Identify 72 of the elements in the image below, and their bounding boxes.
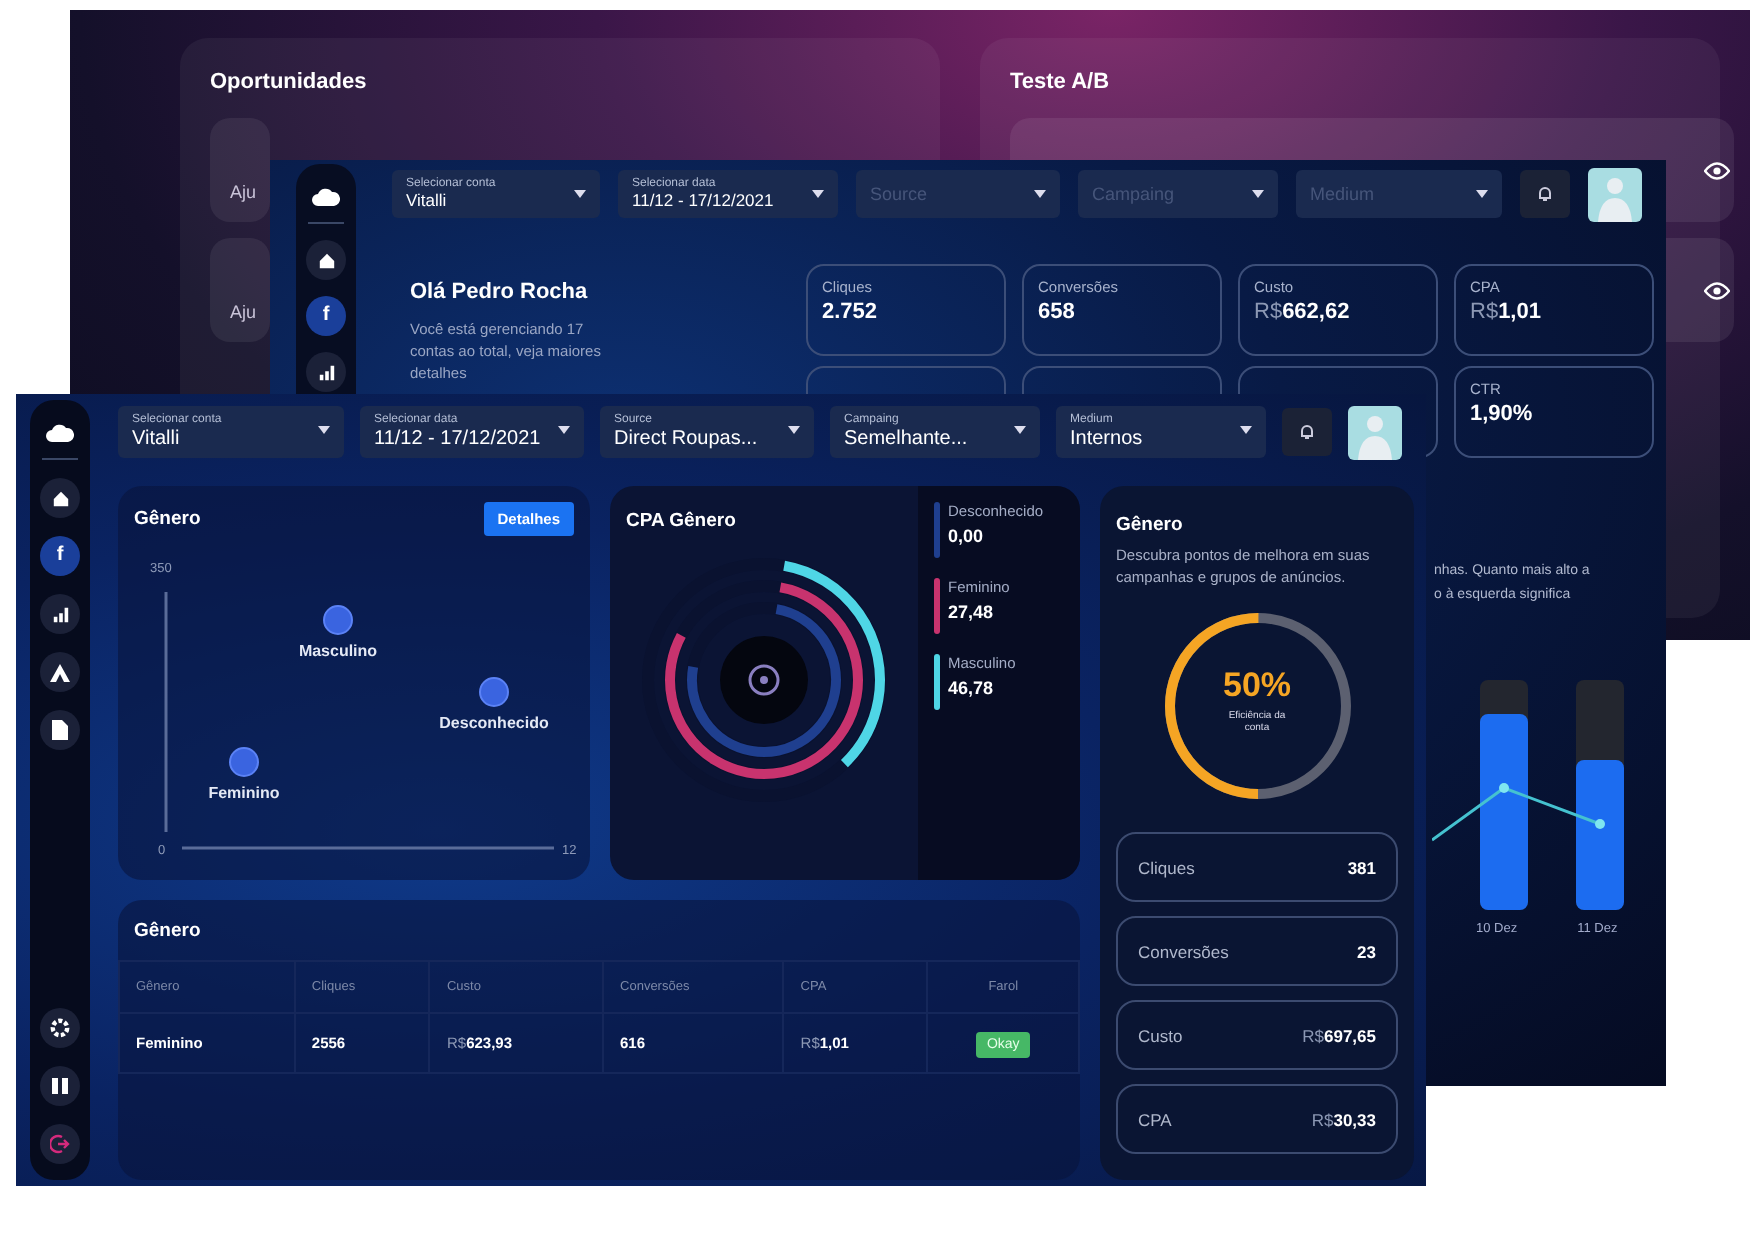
sidebar-button[interactable] — [40, 1008, 80, 1048]
sidebar-button[interactable]: f — [40, 536, 80, 576]
cloud-logo-icon — [46, 423, 74, 441]
panel-title: Oportunidades — [210, 70, 369, 94]
notification-button[interactable] — [1520, 170, 1570, 218]
panel-title: Gênero — [1116, 514, 1185, 536]
triangle-icon — [50, 663, 70, 681]
opportunity-row[interactable]: Aju — [210, 118, 270, 222]
sidebar-button[interactable]: f — [306, 296, 346, 336]
caret-icon — [1240, 426, 1252, 434]
metric-label: Custo — [1138, 1025, 1183, 1045]
point-label: Masculino — [298, 642, 378, 660]
metric-value: 381 — [1347, 857, 1376, 877]
logout-icon — [50, 1134, 70, 1154]
panel-title: Gênero — [134, 508, 201, 530]
opportunity-row[interactable]: Aju — [210, 238, 270, 342]
avatar-icon[interactable] — [1348, 405, 1402, 459]
caret-icon — [558, 426, 570, 434]
caret-icon — [788, 426, 800, 434]
sidebar-button[interactable] — [40, 652, 80, 692]
bell-icon — [1538, 186, 1552, 202]
bell-icon — [1300, 424, 1314, 440]
facebook-icon: f — [56, 546, 64, 566]
metric-label: Conversões — [1138, 941, 1229, 961]
metric-label: Cliques — [1138, 857, 1195, 877]
metric-value: R$697,65 — [1302, 1025, 1376, 1045]
legend-value: 46,78 — [948, 678, 996, 698]
stat-value: R$1,01 — [1470, 300, 1543, 324]
panel-title: Teste A/B — [1010, 70, 1112, 94]
metric-label: CPA — [1138, 1109, 1172, 1129]
caret-icon — [1014, 426, 1026, 434]
panel-title: Gênero — [132, 920, 203, 942]
notification-button[interactable] — [1282, 408, 1332, 456]
stat-value: 1,90% — [1470, 402, 1535, 426]
eye-icon[interactable] — [1704, 281, 1730, 299]
panel-title: CPA Gênero — [626, 510, 738, 532]
sidebar-button[interactable] — [40, 1066, 80, 1106]
bubble-point — [229, 747, 259, 777]
stat-value: 658 — [1038, 300, 1077, 324]
metric-value: R$30,33 — [1311, 1109, 1376, 1129]
legend-value: 27,48 — [948, 602, 996, 622]
sidebar-button[interactable] — [306, 352, 346, 392]
sidebar-button[interactable] — [306, 240, 346, 280]
bubble-point — [479, 677, 509, 707]
home-icon — [317, 251, 335, 269]
bar-chart-icon — [317, 363, 335, 381]
document-icon — [52, 720, 68, 740]
sidebar-button[interactable] — [40, 710, 80, 750]
avatar-icon[interactable] — [1588, 167, 1642, 221]
eye-icon[interactable] — [1704, 161, 1730, 179]
caret-icon — [1252, 190, 1264, 198]
caret-icon — [1034, 190, 1046, 198]
cloud-logo-icon — [312, 187, 340, 205]
metric-value: 23 — [1357, 941, 1376, 961]
sidebar-button[interactable] — [40, 594, 80, 634]
bar-chart-icon — [51, 605, 69, 623]
legend-value: 0,00 — [948, 526, 986, 546]
caret-icon — [1476, 190, 1488, 198]
stat-value: 2.752 — [822, 300, 880, 324]
point-label: Feminino — [208, 784, 280, 802]
pause-icon — [52, 1078, 68, 1094]
home-icon — [51, 489, 69, 507]
stat-value: R$662,62 — [1254, 300, 1352, 324]
facebook-icon: f — [322, 306, 330, 326]
bubble-point — [323, 605, 353, 635]
gauge-value: 50% — [1222, 666, 1292, 706]
caret-icon — [812, 190, 824, 198]
greeting-title: Olá Pedro Rocha — [410, 280, 590, 304]
point-label: Desconhecido — [439, 714, 549, 732]
caret-icon — [574, 190, 586, 198]
settings-icon — [50, 1018, 70, 1038]
sidebar-button[interactable] — [40, 478, 80, 518]
